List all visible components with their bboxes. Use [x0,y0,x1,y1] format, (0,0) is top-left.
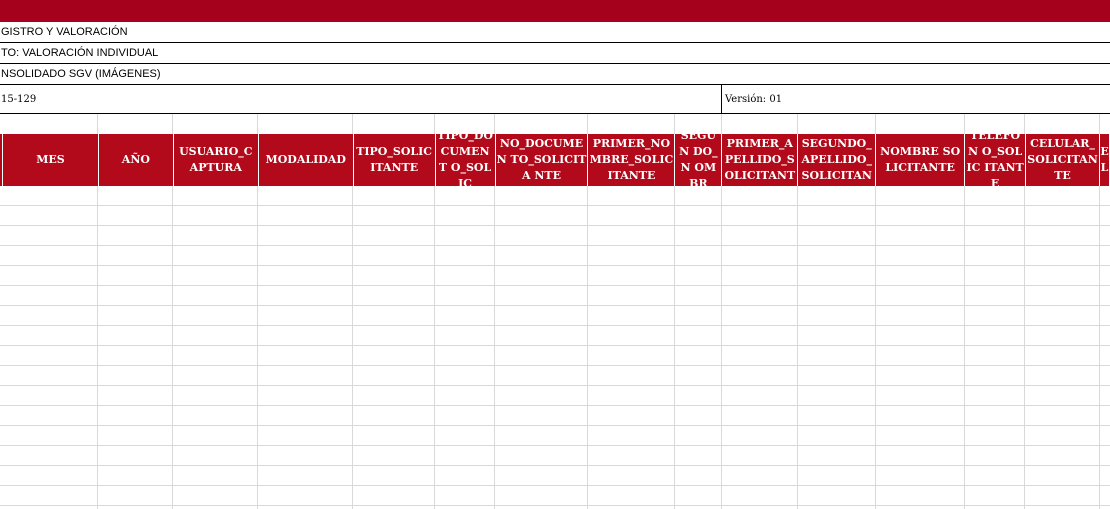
grid-line [674,186,675,509]
consolidado-text: NSOLIDADO SGV (IMÁGENES) [1,68,161,80]
column-header-telefono[interactable]: TELEFON O_SOLIC ITANTE [965,134,1027,186]
grid-line [721,114,722,134]
document-code: 15-129 [1,94,37,105]
column-header-nombre-solicitante[interactable]: NOMBRE SOLICITANTE [876,134,966,186]
grid-line [587,114,588,134]
grid-line [434,114,435,134]
sheet-title-text: GISTRO Y VALORACIÓN [1,26,128,38]
grid-line [587,186,588,509]
consolidado-row[interactable]: NSOLIDADO SGV (IMÁGENES) [0,64,1110,85]
grid-line [494,114,495,134]
grid-line [352,186,353,509]
column-header-partial[interactable]: E L [1100,134,1110,186]
grid-line [1024,186,1025,509]
grid-line [434,186,435,509]
grid-line [721,186,722,509]
grid-line [97,114,98,134]
grid-line [797,186,798,509]
column-header-mes[interactable]: MES [3,134,99,186]
proceso-text: TO: VALORACIÓN INDIVIDUAL [1,47,159,59]
grid-line [674,114,675,134]
sheet-title-row[interactable]: GISTRO Y VALORACIÓN [0,22,1110,43]
grid-line [257,114,258,134]
column-header-tipo-documento[interactable]: TIPO_DO CUMENT O_SOLIC [435,134,496,186]
grid-line [172,114,173,134]
data-grid[interactable] [0,186,1110,509]
title-band [0,0,1110,23]
column-header-no-documento[interactable]: NO_DOCUMEN TO_SOLICITA NTE [495,134,589,186]
grid-line [257,186,258,509]
grid-line [797,114,798,134]
grid-line [875,114,876,134]
spacer-row[interactable] [0,114,1110,132]
proceso-row[interactable]: TO: VALORACIÓN INDIVIDUAL [0,43,1110,64]
version-cell[interactable]: Versión: 01 [721,85,782,113]
grid-line [172,186,173,509]
grid-line [875,186,876,509]
grid-line [1099,114,1100,134]
column-header-celular[interactable]: CELULAR_ SOLICITAN TE [1026,134,1101,186]
column-header-primer-apellido[interactable]: PRIMER_A PELLIDO_S OLICITANT [722,134,799,186]
grid-line [97,186,98,509]
column-header-segundo-nombre[interactable]: SEGUN DO_N OMBR [675,134,723,186]
grid-line [1099,186,1100,509]
column-header-usuario-captura[interactable]: USUARIO_C APTURA [173,134,259,186]
column-header-modalidad[interactable]: MODALIDAD [258,134,354,186]
column-header-row: MES AÑO USUARIO_C APTURA MODALIDAD TIPO_… [0,134,1110,186]
grid-line [494,186,495,509]
column-header-primer-nombre[interactable]: PRIMER_NO MBRE_SOLIC ITANTE [588,134,676,186]
grid-line [1024,114,1025,134]
column-header-anio[interactable]: AÑO [98,134,174,186]
grid-line [352,114,353,134]
grid-line [964,186,965,509]
code-row[interactable]: 15-129 Versión: 01 [0,85,1110,114]
column-header-segundo-apellido[interactable]: SEGUNDO_ APELLIDO_ SOLICITAN [798,134,877,186]
grid-line [964,114,965,134]
column-header-tipo-solicitante[interactable]: TIPO_SOLIC ITANTE [353,134,436,186]
